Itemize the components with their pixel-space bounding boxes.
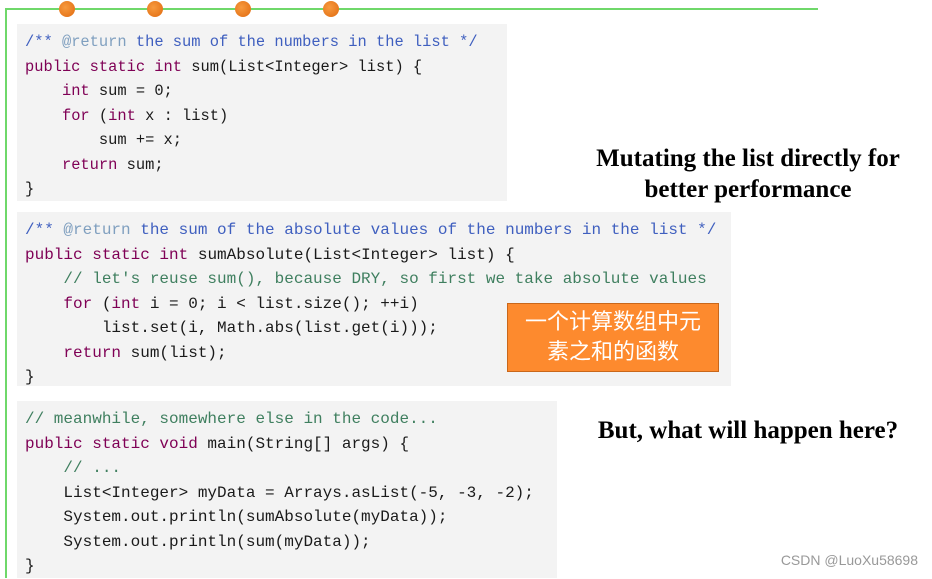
code-line: public static void main(String[] args) { — [25, 432, 557, 457]
code-line: /** @return the sum of the absolute valu… — [25, 218, 731, 243]
code-token: ( — [92, 294, 112, 313]
bullet-dot-icon — [323, 1, 339, 17]
code-line: /** @return the sum of the numbers in th… — [25, 30, 507, 55]
code-token: int — [108, 106, 136, 125]
code-token: } — [25, 180, 35, 198]
code-token: } — [25, 557, 35, 575]
code-token: sum; — [117, 155, 164, 174]
code-line: return sum; — [25, 153, 507, 178]
code-token: int — [61, 82, 90, 100]
callout-line: 一个计算数组中元 — [524, 310, 701, 335]
code-token: ( — [89, 106, 109, 125]
code-token: the sum of the numbers in the list */ — [126, 33, 478, 51]
watermark: CSDN @LuoXu58698 — [780, 552, 918, 568]
top-accent-line — [5, 8, 818, 10]
code-token: sum(list); — [121, 343, 227, 362]
code-token: public static void — [25, 434, 198, 453]
code-token: int — [111, 294, 141, 313]
code-token: // ... — [63, 459, 122, 477]
code-token: sum += x; — [25, 131, 183, 149]
code-block-sum: /** @return the sum of the numbers in th… — [17, 24, 507, 201]
code-line: int sum = 0; — [25, 79, 507, 104]
code-line: } — [25, 177, 507, 202]
code-token: x : list) — [135, 106, 229, 125]
code-block-main: // meanwhile, somewhere else in the code… — [17, 401, 557, 578]
code-line: for (int x : list) — [25, 104, 507, 129]
code-token: System.out.println(sumAbsolute(myData)); — [25, 508, 448, 526]
heading-line: Mutating the list directly for — [596, 145, 900, 172]
code-token: // let's reuse sum(), because DRY, so fi… — [63, 270, 707, 288]
code-line: sum += x; — [25, 128, 507, 153]
code-token: list.set(i, Math.abs(list.get(i))); — [25, 319, 438, 337]
code-token: } — [25, 368, 35, 386]
code-token: @return — [61, 33, 127, 51]
code-token: List<Integer> myData = Arrays.asList(-5,… — [25, 483, 534, 502]
code-line: } — [25, 554, 557, 579]
code-token: return — [61, 155, 118, 174]
code-token: i = 0; i < list.size(); ++i) — [140, 294, 419, 313]
code-token: /** — [25, 33, 62, 51]
code-token: System.out.println(sum(myData)); — [25, 532, 371, 551]
code-line: public static int sum(List<Integer> list… — [25, 55, 507, 80]
code-line: // meanwhile, somewhere else in the code… — [25, 407, 557, 432]
bullet-dot-icon — [147, 1, 163, 17]
code-token: sumAbsolute(List<Integer> list) { — [188, 245, 515, 264]
code-token: public static int — [25, 245, 189, 264]
code-token: return — [63, 343, 122, 362]
code-token: sum = 0; — [89, 82, 173, 100]
code-token: public static int — [25, 57, 183, 76]
code-line: List<Integer> myData = Arrays.asList(-5,… — [25, 481, 557, 506]
left-accent-line — [5, 8, 7, 578]
bullet-dot-icon — [59, 1, 75, 17]
bullet-dot-icon — [235, 1, 251, 17]
code-line: // let's reuse sum(), because DRY, so fi… — [25, 267, 731, 292]
code-token: for — [61, 106, 90, 125]
code-line: // ... — [25, 456, 557, 481]
code-line: System.out.println(sumAbsolute(myData)); — [25, 505, 557, 530]
mutating-heading: Mutating the list directly for better pe… — [566, 143, 930, 205]
code-token: the sum of the absolute values of the nu… — [130, 221, 717, 239]
code-token: main(String[] args) { — [197, 434, 410, 453]
callout-line: 素之和的函数 — [546, 340, 679, 365]
question-heading: But, what will happen here? — [597, 417, 899, 444]
code-token: for — [63, 294, 93, 313]
code-line: System.out.println(sum(myData)); — [25, 530, 557, 555]
callout-box: 一个计算数组中元 素之和的函数 — [507, 303, 719, 372]
code-token: // meanwhile, somewhere else in the code… — [25, 410, 438, 428]
heading-line: better performance — [644, 176, 852, 203]
code-token: @return — [63, 221, 131, 239]
code-token: sum(List<Integer> list) { — [182, 57, 423, 76]
code-line: public static int sumAbsolute(List<Integ… — [25, 243, 731, 268]
code-token: /** — [25, 221, 64, 239]
